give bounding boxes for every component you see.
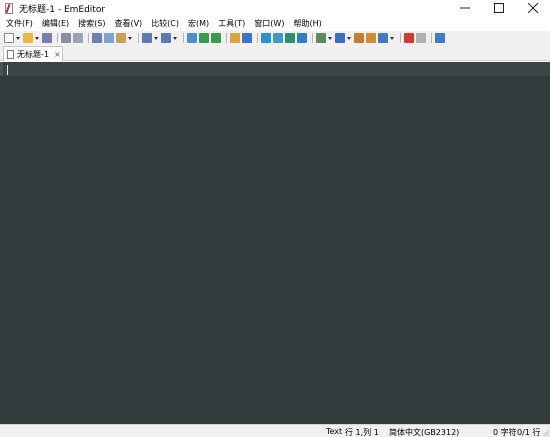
status-char-count: 0 字符 (493, 428, 517, 437)
find-previous-icon[interactable] (211, 33, 221, 43)
edit-icon[interactable] (366, 33, 376, 43)
close-button[interactable] (516, 0, 550, 16)
maximize-button[interactable] (482, 0, 516, 16)
compare-icon[interactable] (335, 33, 345, 43)
menu-file[interactable]: 文件(F) (6, 18, 33, 29)
toolbar-separator (257, 33, 258, 43)
window-dropdown-icon[interactable] (390, 36, 394, 40)
current-line-highlight (0, 62, 550, 76)
split-vertical-icon[interactable] (285, 33, 295, 43)
run-macro-icon[interactable] (416, 33, 426, 43)
resize-grip-icon[interactable] (542, 429, 549, 436)
menu-window[interactable]: 窗口(W) (254, 18, 284, 29)
paste-icon[interactable] (116, 33, 126, 43)
settings-icon[interactable] (354, 33, 364, 43)
text-caret (7, 65, 8, 75)
redo-icon[interactable] (161, 33, 171, 43)
open-file-dropdown-icon[interactable] (35, 36, 39, 40)
close-icon (528, 3, 538, 13)
window-controls (448, 0, 550, 16)
toolbar-separator (183, 33, 184, 43)
menu-search[interactable]: 搜索(S) (78, 18, 105, 29)
redo-dropdown-icon[interactable] (173, 36, 177, 40)
document-icon[interactable] (316, 33, 326, 43)
menu-view[interactable]: 查看(V) (114, 18, 142, 29)
line-marker (0, 62, 3, 76)
split-horizontal-icon[interactable] (273, 33, 283, 43)
toolbar-separator (88, 33, 89, 43)
menu-edit[interactable]: 编辑(E) (42, 18, 69, 29)
outline-icon[interactable] (297, 33, 307, 43)
toolbar (0, 31, 550, 45)
status-bar: Text 行 1,列 1 简体中文(GB2312) 0 字符 0/1 行 (0, 424, 550, 437)
title-bar: 无标题-1 - EmEditor (0, 0, 550, 16)
plugin-icon[interactable] (435, 33, 445, 43)
menu-compare[interactable]: 比较(C) (151, 18, 179, 29)
tab-close-icon[interactable]: × (54, 50, 61, 59)
emeditor-app-icon (4, 2, 14, 14)
undo-dropdown-icon[interactable] (154, 36, 158, 40)
print-preview-icon[interactable] (73, 33, 83, 43)
copy-icon[interactable] (104, 33, 114, 43)
print-icon[interactable] (61, 33, 71, 43)
tab-untitled-1[interactable]: 无标题-1 × (3, 46, 63, 61)
toolbar-separator (226, 33, 227, 43)
document-dropdown-icon[interactable] (328, 36, 332, 40)
document-tab-bar: 无标题-1 × (0, 45, 550, 61)
new-file-dropdown-icon[interactable] (16, 36, 20, 40)
window-title: 无标题-1 - EmEditor (19, 4, 106, 15)
document-icon (7, 49, 14, 59)
format-icon[interactable] (242, 33, 252, 43)
tab-label: 无标题-1 (17, 49, 49, 59)
status-line-count: 0/1 行 (517, 428, 541, 437)
undo-icon[interactable] (142, 33, 152, 43)
find-next-icon[interactable] (199, 33, 209, 43)
cut-icon[interactable] (92, 33, 102, 43)
status-mode[interactable]: Text (326, 427, 342, 436)
find-icon[interactable] (187, 33, 197, 43)
toolbar-separator (400, 33, 401, 43)
record-macro-icon[interactable] (404, 33, 414, 43)
find-in-files-icon[interactable] (230, 33, 240, 43)
toolbar-separator (431, 33, 432, 43)
open-file-icon[interactable] (23, 33, 33, 43)
menu-help[interactable]: 帮助(H) (293, 18, 321, 29)
maximize-icon (494, 3, 504, 13)
toolbar-separator (138, 33, 139, 43)
menu-macro[interactable]: 宏(M) (188, 18, 209, 29)
window-icon[interactable] (378, 33, 388, 43)
menu-bar: 文件(F) 编辑(E) 搜索(S) 查看(V) 比较(C) 宏(M) 工具(T)… (0, 16, 550, 30)
editor-background[interactable] (0, 76, 550, 424)
toolbar-separator (57, 33, 58, 43)
layout-icon[interactable] (261, 33, 271, 43)
minimize-icon (460, 7, 470, 9)
toolbar-separator (312, 33, 313, 43)
status-encoding[interactable]: 简体中文(GB2312) (389, 427, 459, 437)
menu-tools[interactable]: 工具(T) (218, 18, 245, 29)
status-position[interactable]: 行 1,列 1 (345, 427, 379, 437)
save-icon[interactable] (42, 33, 52, 43)
minimize-button[interactable] (448, 0, 482, 16)
paste-dropdown-icon[interactable] (128, 36, 132, 40)
compare-dropdown-icon[interactable] (347, 36, 351, 40)
new-file-icon[interactable] (4, 33, 14, 43)
